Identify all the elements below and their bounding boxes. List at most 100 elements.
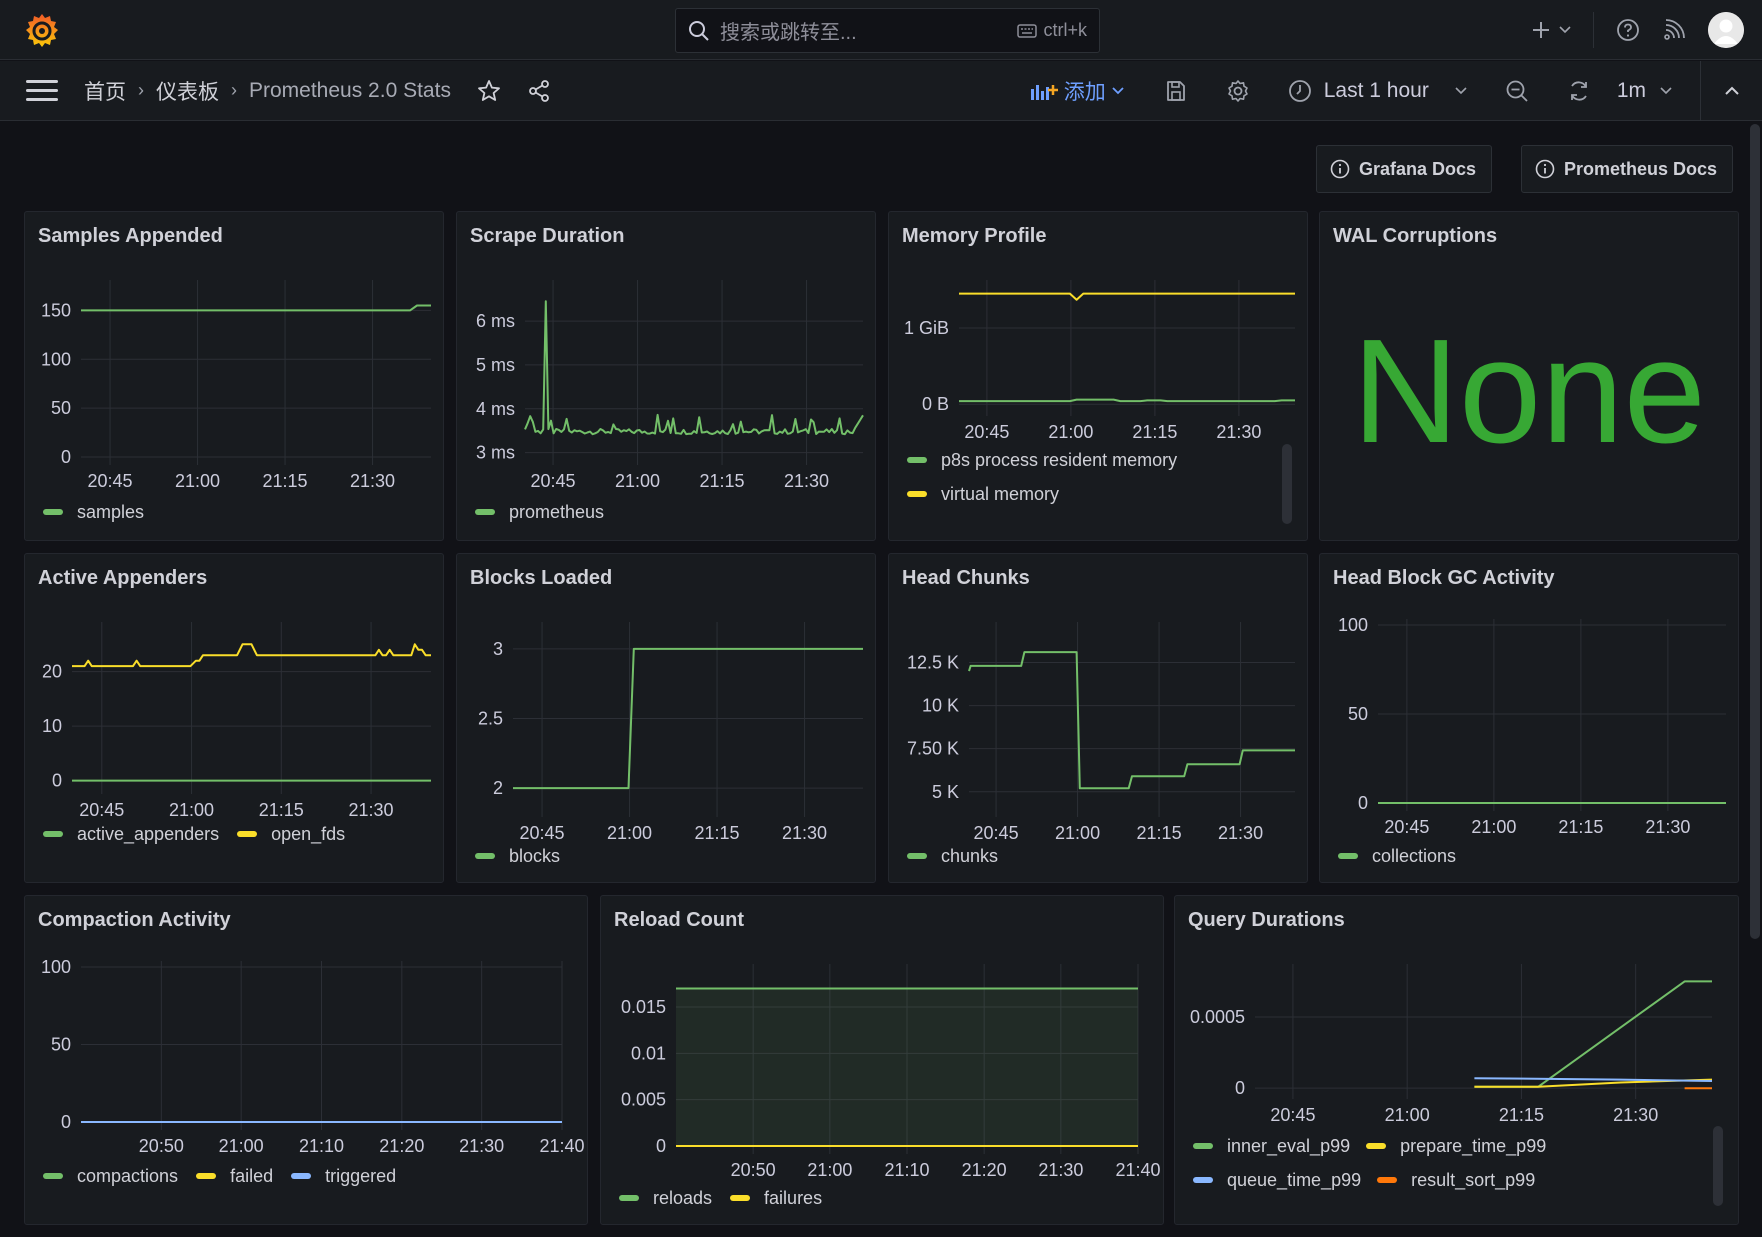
stat-value: None (1352, 309, 1706, 474)
legend-item[interactable]: failures (730, 1181, 822, 1215)
legend-item[interactable]: blocks (475, 839, 560, 873)
legend-label: queue_time_p99 (1227, 1169, 1362, 1190)
link-label: Prometheus Docs (1564, 158, 1718, 179)
y-tick-label: 3 ms (476, 443, 515, 463)
legend-scrollbar[interactable] (1282, 444, 1292, 524)
legend-item[interactable]: compactions (43, 1159, 178, 1193)
panel-head-block-gc[interactable]: Head Block GC Activity 0 50 100 20:45 21:00 2… (1319, 553, 1739, 883)
x-tick-label: 21:15 (1558, 817, 1603, 837)
x-tick-label: 21:30 (459, 1136, 504, 1156)
legend-label: samples (77, 501, 145, 522)
y-tick-label: 50 (1348, 704, 1368, 724)
series-line-virtual memory[interactable] (959, 292, 1295, 301)
topbar-actions (1531, 10, 1744, 50)
legend-item[interactable]: reloads (619, 1181, 712, 1215)
series-line-open_fds[interactable] (72, 643, 431, 668)
legend-item[interactable]: collections (1338, 839, 1456, 873)
legend-label: reloads (653, 1187, 713, 1208)
news-button[interactable] (1662, 18, 1686, 42)
x-tick-label: 21:00 (607, 823, 652, 843)
grafana-docs-link[interactable]: Grafana Docs (1316, 145, 1492, 193)
refresh-picker[interactable]: 1m (1567, 79, 1672, 103)
add-panel-button[interactable]: 添加 (1030, 76, 1124, 106)
panel-scrape-duration[interactable]: Scrape Duration 3 ms 4 ms 5 ms 6 ms 20:45 21:… (456, 211, 876, 541)
legend-item[interactable]: virtual memory (907, 477, 1177, 511)
legend-item[interactable]: open_fds (237, 817, 345, 851)
panel-memory-profile[interactable]: Memory Profile 0 B1 GiB 20:45 21:00 21:15 21… (888, 211, 1308, 541)
series-line-chunks[interactable] (968, 651, 1295, 790)
panel-head-chunks[interactable]: Head Chunks 5 K 7.50 K 10 K 12.5 K 20:45 21:0… (888, 553, 1308, 883)
star-icon (478, 79, 500, 101)
legend-item[interactable]: failed (196, 1159, 273, 1193)
samples-chart: 0 50 100 150 20:45 21:00 21:15 21:30 (41, 280, 431, 491)
y-tick-label: 50 (51, 398, 71, 418)
chevron-down-icon (1112, 87, 1124, 95)
series-line-queue_time_p99[interactable] (1474, 1077, 1713, 1082)
legend-item[interactable]: prepare_time_p99 (1366, 1129, 1546, 1163)
legend: p8s process resident memory virtual memor… (907, 443, 1177, 511)
time-range-picker[interactable]: Last 1 hour (1288, 79, 1467, 103)
search-shortcut: ctrl+k (1017, 20, 1087, 41)
x-tick-label: 21:15 (1499, 1105, 1544, 1125)
search-icon (689, 20, 709, 41)
panel-wal-corruptions[interactable]: WAL Corruptions None (1319, 211, 1739, 541)
collapse-header-button[interactable] (1700, 61, 1762, 121)
legend-item[interactable]: triggered (291, 1159, 396, 1193)
legend-item[interactable]: p8s process resident memory (907, 443, 1177, 477)
x-tick-label: 21:40 (1115, 1160, 1160, 1180)
series-line-inner_eval_p99[interactable] (1474, 980, 1712, 1088)
gear-icon (1227, 80, 1248, 102)
legend-item[interactable]: active_appenders (43, 817, 219, 851)
dashboard-settings-button[interactable] (1226, 79, 1250, 103)
zoom-out-icon (1506, 80, 1528, 102)
panel-query-durations[interactable]: Query Durations 0 0.0005 20:45 21:00 21:15 21… (1174, 895, 1739, 1225)
x-tick-label: 20:45 (88, 471, 133, 491)
legend-label: virtual memory (941, 483, 1060, 504)
breadcrumb-dashboards[interactable]: 仪表板 (156, 76, 219, 106)
legend-item[interactable]: queue_time_p99 (1193, 1163, 1361, 1197)
series-line-p8s process resident memory[interactable] (959, 398, 1295, 403)
legend-label: failures (764, 1187, 823, 1208)
prometheus-docs-link[interactable]: Prometheus Docs (1521, 145, 1733, 193)
legend-item[interactable]: chunks (907, 839, 998, 873)
menu-toggle-button[interactable] (26, 80, 58, 101)
panel-samples-appended[interactable]: Samples Appended 0 50 100 150 20:45 21:00 21:1… (24, 211, 444, 541)
x-tick-label: 21:15 (700, 471, 745, 491)
page-scrollbar[interactable] (1750, 124, 1760, 939)
help-icon (1617, 19, 1639, 41)
search-input[interactable]: 搜索或跳转至... ctrl+k (675, 8, 1100, 53)
user-avatar[interactable] (1708, 12, 1744, 48)
y-tick-label: 1 GiB (904, 318, 949, 338)
zoom-out-button[interactable] (1505, 79, 1529, 103)
breadcrumb-home[interactable]: 首页 (84, 76, 126, 106)
x-tick-label: 21:10 (299, 1136, 344, 1156)
y-tick-label: 0 (1235, 1078, 1245, 1098)
legend-item[interactable]: result_sort_p99 (1377, 1163, 1535, 1197)
legend-label: failed (230, 1165, 274, 1186)
legend-label: p8s process resident memory (941, 449, 1178, 470)
series-line-samples[interactable] (81, 304, 431, 312)
panel-reload-count[interactable]: Reload Count 0 0.005 0.01 0.015 20:50 21:00 21… (600, 895, 1164, 1225)
grafana-logo-icon[interactable] (24, 12, 60, 48)
legend-swatch (291, 1173, 312, 1179)
legend-item[interactable]: inner_eval_p99 (1193, 1129, 1350, 1163)
legend-swatch (730, 1195, 751, 1201)
legend: blocks (475, 839, 560, 873)
legend-swatch (1377, 1177, 1398, 1183)
y-tick-label: 2.5 (478, 709, 503, 729)
new-button[interactable] (1531, 20, 1571, 40)
legend: reloads failures (619, 1181, 822, 1215)
panel-active-appenders[interactable]: Active Appenders 0 10 20 20:45 21:00 21:15 21:… (24, 553, 444, 883)
help-button[interactable] (1616, 18, 1640, 42)
blocks-chart: 22.5320:45 21:00 21:15 21:30 (478, 622, 863, 843)
save-dashboard-button[interactable] (1164, 79, 1188, 103)
panel-compaction-activity[interactable]: Compaction Activity 0 50 100 20:50 21:00 21:1… (24, 895, 588, 1225)
legend-item[interactable]: prometheus (475, 495, 604, 529)
y-tick-label: 0.01 (631, 1043, 666, 1063)
legend-item[interactable]: samples (43, 495, 144, 529)
share-button[interactable] (527, 79, 551, 103)
legend-scrollbar[interactable] (1713, 1126, 1723, 1206)
legend-swatch (475, 853, 495, 859)
star-button[interactable] (477, 79, 501, 103)
panel-blocks-loaded[interactable]: Blocks Loaded 2 2.5 3 20:45 21:00 21:15 21:30 … (456, 553, 876, 883)
